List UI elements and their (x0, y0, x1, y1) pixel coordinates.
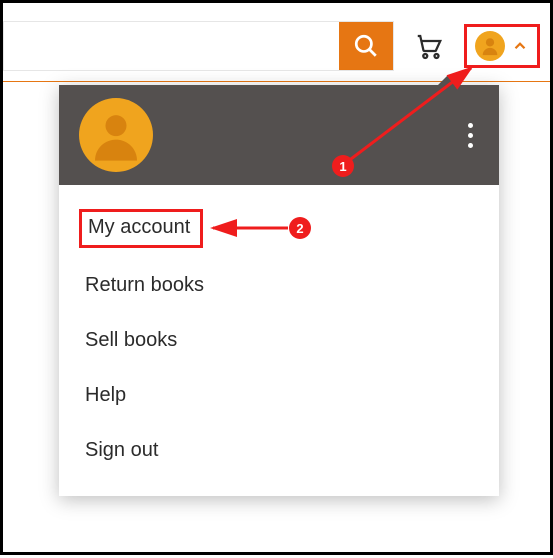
header-divider (3, 81, 550, 82)
chevron-up-icon (511, 37, 529, 55)
account-dropdown: My account Return books Sell books Help … (59, 85, 499, 496)
top-bar (3, 21, 540, 71)
menu-item-label: Sell books (85, 329, 177, 351)
cart-icon (414, 31, 444, 61)
annotation-badge-1: 1 (332, 155, 354, 177)
dropdown-caret (437, 75, 459, 86)
dropdown-list: My account Return books Sell books Help … (59, 185, 499, 496)
menu-item-return-books[interactable]: Return books (59, 258, 499, 313)
person-icon (88, 107, 144, 163)
menu-item-help[interactable]: Help (59, 368, 499, 423)
menu-item-my-account[interactable]: My account (59, 197, 499, 258)
menu-item-sign-out[interactable]: Sign out (59, 423, 499, 478)
kebab-icon (468, 123, 473, 128)
account-avatar-large (79, 98, 153, 172)
more-options-button[interactable] (462, 117, 479, 154)
annotation-badge-2: 2 (289, 217, 311, 239)
menu-item-label: Help (85, 384, 126, 406)
person-icon (479, 35, 501, 57)
dropdown-header (59, 85, 499, 185)
menu-item-label: Return books (85, 274, 204, 296)
search-icon (353, 33, 379, 59)
search-input[interactable] (4, 22, 339, 70)
menu-item-label: Sign out (85, 439, 158, 461)
cart-button[interactable] (412, 29, 446, 63)
account-avatar-small (475, 31, 505, 61)
search-box (3, 21, 394, 71)
menu-item-sell-books[interactable]: Sell books (59, 313, 499, 368)
menu-item-label: My account (79, 209, 203, 248)
search-button[interactable] (339, 22, 393, 70)
account-toggle[interactable] (464, 24, 540, 68)
